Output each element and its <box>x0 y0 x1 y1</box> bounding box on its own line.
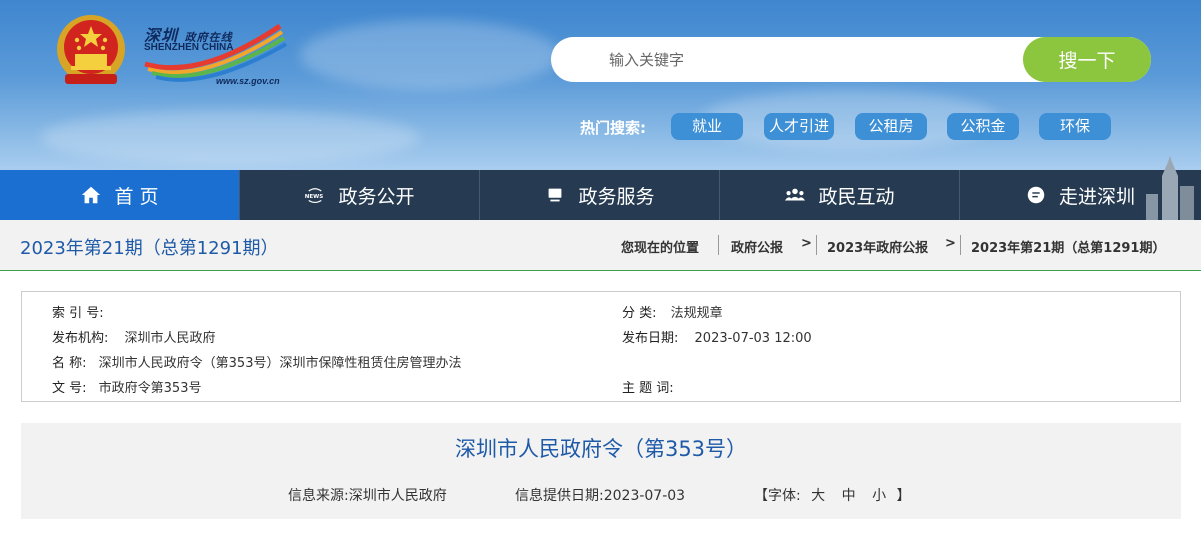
monitor-icon <box>549 188 562 202</box>
meta-docno-label: 文 号: <box>52 381 87 396</box>
hot-tag-environment[interactable]: 环保 <box>1039 113 1111 140</box>
document-meta-box: 索 引 号: 分 类: 法规规章 发布机构: 深圳市人民政府 发布日期: 202… <box>21 291 1181 402</box>
svg-text:NEWS: NEWS <box>305 194 323 200</box>
hot-tag-talent[interactable]: 人才引进 <box>764 113 834 140</box>
doc-date-label: 信息提供日期: <box>515 488 604 504</box>
meta-org-value: 深圳市人民政府 <box>124 331 216 346</box>
nav-item-gov-services[interactable]: 政务服务 <box>480 170 720 220</box>
doc-source-label: 信息来源: <box>288 488 349 504</box>
hot-tag-employment[interactable]: 就业 <box>671 113 743 140</box>
meta-category-value: 法规规章 <box>670 306 723 321</box>
font-size-large-button[interactable]: 大 <box>811 488 825 504</box>
meta-name-value: 深圳市人民政府令（第353号）深圳市保障性租赁住房管理办法 <box>98 356 462 371</box>
breadcrumb-divider <box>960 235 961 255</box>
news-icon: NEWS <box>305 188 324 204</box>
document-title: 深圳市人民政府令（第353号） <box>454 437 748 461</box>
hot-search-label: 热门搜索: <box>580 119 646 137</box>
search-input[interactable] <box>609 47 1009 72</box>
meta-date-label: 发布日期: <box>622 331 679 346</box>
meta-org: 发布机构: 深圳市人民政府 <box>52 327 216 346</box>
meta-name: 名 称: 深圳市人民政府令（第353号）深圳市保障性租赁住房管理办法 <box>52 352 461 371</box>
nav-label: 走进深圳 <box>1058 185 1135 208</box>
meta-date-value: 2023-07-03 12:00 <box>694 331 812 346</box>
meta-docno-value: 市政府令第353号 <box>98 381 202 396</box>
font-size-small-button[interactable]: 小 <box>872 488 886 504</box>
people-icon <box>785 188 806 201</box>
doc-date: 信息提供日期:2023-07-03 <box>515 485 685 505</box>
breadcrumb-divider <box>816 235 817 255</box>
font-size-close: 】 <box>896 488 911 504</box>
meta-docno: 文 号: 市政府令第353号 <box>52 377 201 396</box>
nav-label: 政民互动 <box>818 185 895 208</box>
search-button[interactable]: 搜一下 <box>1023 37 1151 82</box>
cloud-decoration <box>40 110 420 165</box>
header-banner: 深圳 政府在线 SHENZHEN CHINA www.sz.gov.cn 搜一下… <box>0 0 1201 170</box>
issue-title: 2023年第21期（总第1291期） <box>20 238 279 259</box>
breadcrumb-bar: 2023年第21期（总第1291期） 您现在的位置 政府公报 > 2023年政府… <box>0 220 1201 271</box>
breadcrumb-issue[interactable]: 2023年第21期（总第1291期） <box>971 237 1165 256</box>
hot-tag-public-housing[interactable]: 公租房 <box>855 113 927 140</box>
national-emblem-logo[interactable] <box>53 12 129 90</box>
font-size-open: 【字体: <box>754 488 801 504</box>
meta-topic: 主 题 词: <box>622 377 678 396</box>
breadcrumb-arrow: > <box>801 236 812 251</box>
home-icon <box>82 186 101 204</box>
logo-english-text: SHENZHEN CHINA <box>144 42 234 53</box>
nav-label: 首 页 <box>114 185 159 208</box>
skyline-decoration <box>1146 156 1194 220</box>
doc-date-value: 2023-07-03 <box>603 488 686 504</box>
nav-item-interaction[interactable]: 政民互动 <box>720 170 960 220</box>
chat-icon <box>1027 186 1045 204</box>
font-size-medium-button[interactable]: 中 <box>842 488 856 504</box>
meta-category: 分 类: 法规规章 <box>622 302 723 321</box>
nav-item-gov-affairs[interactable]: NEWS 政务公开 <box>240 170 480 220</box>
search-box: 搜一下 <box>551 37 1151 82</box>
nav-label: 政务公开 <box>338 185 415 208</box>
meta-index: 索 引 号: <box>52 302 108 321</box>
font-size-controls: 【字体: 大 中 小 】 <box>754 485 911 505</box>
logo-url-text: www.sz.gov.cn <box>216 76 280 86</box>
meta-org-label: 发布机构: <box>52 331 109 346</box>
document-header: 深圳市人民政府令（第353号） 信息来源:深圳市人民政府 信息提供日期:2023… <box>21 423 1181 519</box>
cloud-decoration <box>300 20 560 90</box>
meta-index-label: 索 引 号: <box>52 306 104 321</box>
nav-label: 政务服务 <box>578 185 655 208</box>
breadcrumb-2023-gazette[interactable]: 2023年政府公报 <box>827 237 928 256</box>
meta-category-label: 分 类: <box>622 306 657 321</box>
doc-source: 信息来源:深圳市人民政府 <box>288 485 447 505</box>
meta-name-label: 名 称: <box>52 356 87 371</box>
meta-topic-label: 主 题 词: <box>622 381 674 396</box>
breadcrumb-divider <box>718 235 719 255</box>
breadcrumb-arrow: > <box>945 236 956 251</box>
doc-source-value: 深圳市人民政府 <box>348 488 447 504</box>
main-nav: 首 页 NEWS 政务公开 政务服务 政民互动 走进深圳 <box>0 156 1201 220</box>
nav-item-home[interactable]: 首 页 <box>0 170 240 220</box>
breadcrumb-prefix: 您现在的位置 <box>621 241 700 256</box>
meta-date: 发布日期: 2023-07-03 12:00 <box>622 327 812 346</box>
hot-tag-housing-fund[interactable]: 公积金 <box>947 113 1019 140</box>
breadcrumb-gazette[interactable]: 政府公报 <box>731 237 783 256</box>
